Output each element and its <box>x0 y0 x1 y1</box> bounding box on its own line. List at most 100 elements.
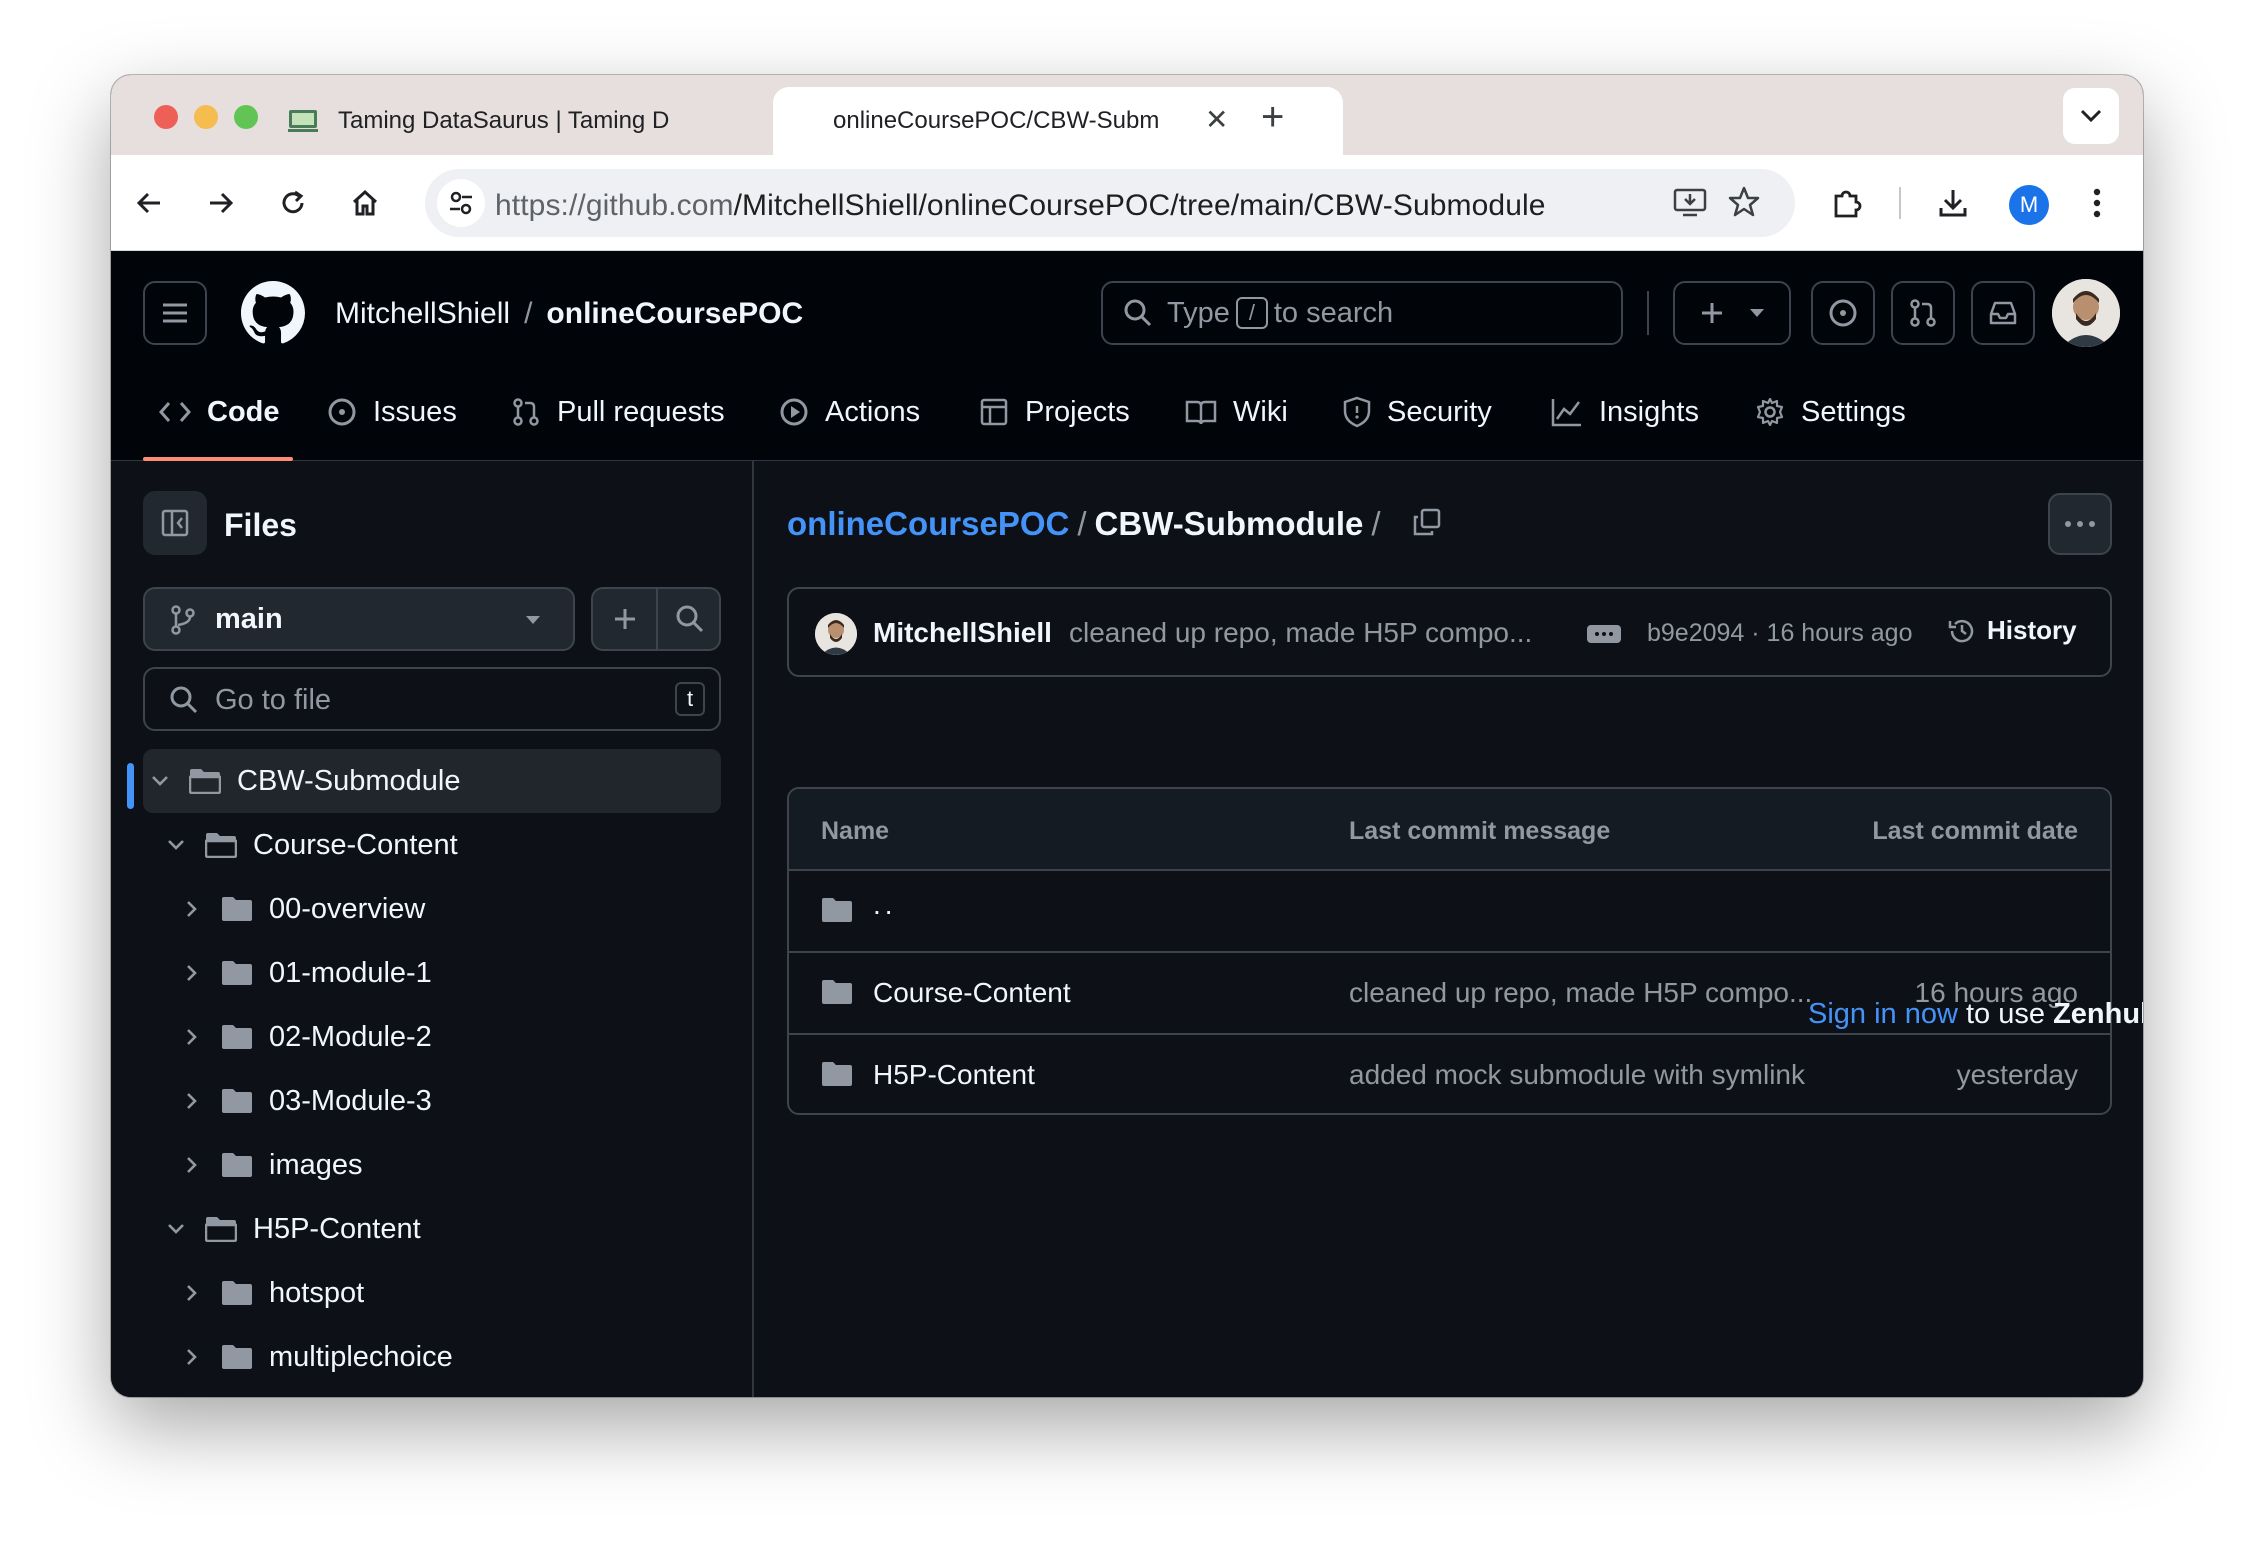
folder-name-link[interactable]: Course-Content <box>873 977 1071 1009</box>
tab-code[interactable]: Code <box>159 363 280 461</box>
chevron-right-icon[interactable] <box>181 964 203 982</box>
chevron-down-icon <box>2080 109 2102 123</box>
tree-item[interactable]: 00-overview <box>143 877 721 941</box>
global-nav-menu-button[interactable] <box>143 281 207 345</box>
main-content: onlineCoursePOC / CBW-Submodule / MitchellS… <box>756 461 2143 1397</box>
close-tab-icon[interactable]: ✕ <box>1205 103 1228 136</box>
chevron-right-icon[interactable] <box>181 1156 203 1174</box>
copy-path-button[interactable] <box>1412 507 1442 545</box>
tab-actions[interactable]: Actions <box>779 363 920 461</box>
tab-settings[interactable]: Settings <box>1755 363 1906 461</box>
more-options-button[interactable] <box>2048 493 2112 555</box>
reload-button[interactable] <box>269 179 317 227</box>
tab-onlinecoursepoc[interactable]: onlineCoursePOC/CBW-Subm ✕ <box>773 87 1343 155</box>
tree-item[interactable]: 02-Module-2 <box>143 1005 721 1069</box>
shield-icon <box>1343 396 1371 428</box>
inbox-button[interactable] <box>1971 281 2035 345</box>
history-label: History <box>1987 615 2077 645</box>
breadcrumb-repo-link[interactable]: onlineCoursePOC <box>787 505 1069 542</box>
chevron-down-icon[interactable] <box>149 775 171 787</box>
folder-name-link[interactable]: H5P-Content <box>873 1059 1035 1091</box>
favicon-icon <box>286 107 320 135</box>
github-logo-icon[interactable] <box>241 281 305 350</box>
bookmark-star-icon[interactable] <box>1727 185 1761 224</box>
tree-item[interactable]: 01-module-1 <box>143 941 721 1005</box>
commit-author[interactable]: MitchellShiell <box>873 617 1052 649</box>
browser-menu-button[interactable] <box>2073 179 2121 227</box>
zenhub-prompt: Sign in now to use Zenhub <box>1808 998 2143 1031</box>
zoom-window-button[interactable] <box>234 105 258 129</box>
parent-directory-row[interactable]: .. <box>789 871 2110 953</box>
branch-selector[interactable]: main <box>143 587 575 651</box>
go-to-file-input[interactable]: Go to file t <box>143 667 721 731</box>
repo-link[interactable]: onlineCoursePOC <box>546 297 803 330</box>
chevron-right-icon[interactable] <box>181 1284 203 1302</box>
search-icon <box>170 686 198 714</box>
chevron-right-icon[interactable] <box>181 900 203 918</box>
selected-indicator <box>127 763 134 809</box>
folder-open-icon <box>205 832 237 858</box>
commit-message-link[interactable]: cleaned up repo, made H5P compo... <box>1349 977 1812 1009</box>
tab-pull-requests[interactable]: Pull requests <box>511 363 725 461</box>
tree-item-label: H5P-Content <box>253 1212 421 1245</box>
search-code-button[interactable] <box>658 589 721 649</box>
commit-author-avatar[interactable] <box>815 613 857 655</box>
issues-button[interactable] <box>1811 281 1875 345</box>
tab-label: Issues <box>373 395 457 428</box>
chevron-right-icon[interactable] <box>181 1092 203 1110</box>
tab-label: Actions <box>825 395 921 428</box>
ellipsis-icon <box>1595 632 1613 636</box>
table-row[interactable]: H5P-Content added mock submodule with sym… <box>789 1035 2110 1113</box>
new-tab-button[interactable]: + <box>1261 95 1284 140</box>
search-input[interactable]: Type / to search <box>1101 281 1623 345</box>
tree-item[interactable]: images <box>143 1133 721 1197</box>
downloads-button[interactable] <box>1929 179 1977 227</box>
tab-insights[interactable]: Insights <box>1551 363 1699 461</box>
file-tree-sidebar: Files main Go to file t CBW-Submodule Cou… <box>111 461 754 1397</box>
user-avatar[interactable] <box>2052 279 2120 347</box>
home-button[interactable] <box>341 179 389 227</box>
tree-item[interactable]: 03-Module-3 <box>143 1069 721 1133</box>
tree-item[interactable]: CBW-Submodule <box>143 749 721 813</box>
tab-security[interactable]: Security <box>1343 363 1492 461</box>
expand-commit-message-button[interactable] <box>1587 625 1621 643</box>
tab-issues[interactable]: Issues <box>327 363 457 461</box>
reload-icon <box>282 190 304 214</box>
tab-search-button[interactable] <box>2063 88 2119 144</box>
chevron-right-icon[interactable] <box>181 1348 203 1366</box>
address-bar[interactable]: https://github.com/MitchellShiell/online… <box>425 169 1795 237</box>
owner-link[interactable]: MitchellShiell <box>335 297 510 330</box>
chevron-down-icon[interactable] <box>165 839 187 851</box>
parent-directory-link[interactable]: .. <box>873 889 897 921</box>
commit-message[interactable]: cleaned up repo, made H5P compo... <box>1069 617 1532 649</box>
minimize-window-button[interactable] <box>194 105 218 129</box>
issue-icon <box>328 398 356 426</box>
pull-requests-button[interactable] <box>1891 281 1955 345</box>
add-file-button[interactable] <box>593 589 657 649</box>
tree-item[interactable]: Course-Content <box>143 813 721 877</box>
folder-icon <box>221 1024 253 1050</box>
history-button[interactable]: History <box>1947 615 2077 646</box>
chevron-down-icon[interactable] <box>165 1223 187 1235</box>
tab-projects[interactable]: Projects <box>979 363 1130 461</box>
tree-item[interactable]: H5P-Content <box>143 1197 721 1261</box>
tree-item[interactable]: hotspot <box>143 1261 721 1325</box>
tab-wiki[interactable]: Wiki <box>1185 363 1288 461</box>
zenhub-sign-in-link[interactable]: Sign in now <box>1808 998 1958 1030</box>
create-new-button[interactable] <box>1673 281 1791 345</box>
back-button[interactable] <box>125 179 173 227</box>
tree-item[interactable]: multiplechoice <box>143 1325 721 1389</box>
extensions-button[interactable] <box>1823 179 1871 227</box>
install-app-icon[interactable] <box>1673 187 1707 224</box>
commit-hash-and-time[interactable]: b9e2094 · 16 hours ago <box>1647 619 1913 648</box>
close-window-button[interactable] <box>154 105 178 129</box>
triangle-down-icon <box>526 616 540 624</box>
commit-message-link[interactable]: added mock submodule with symlink <box>1349 1059 1805 1091</box>
site-info-button[interactable] <box>437 179 485 227</box>
profile-avatar[interactable]: M <box>2009 185 2049 225</box>
forward-button[interactable] <box>197 179 245 227</box>
tab-label: Pull requests <box>557 395 725 428</box>
collapse-sidebar-button[interactable] <box>143 491 207 555</box>
folder-icon <box>221 896 253 922</box>
chevron-right-icon[interactable] <box>181 1028 203 1046</box>
